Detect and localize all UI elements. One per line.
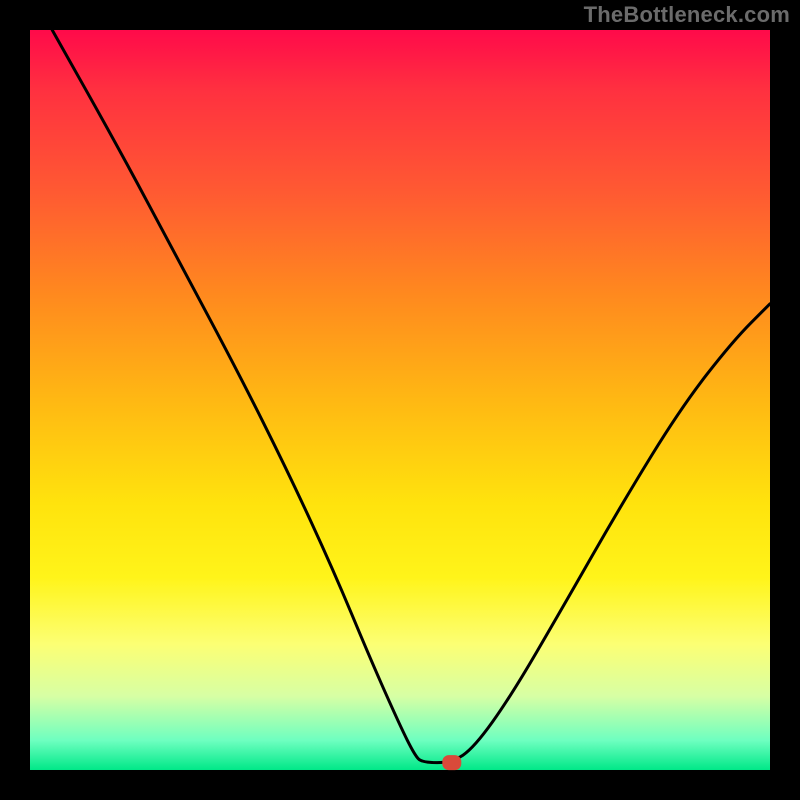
optimal-point-marker — [443, 756, 461, 770]
chart-frame: TheBottleneck.com — [0, 0, 800, 800]
bottleneck-curve-svg — [30, 30, 770, 770]
bottleneck-curve-line — [52, 30, 770, 763]
plot-area — [30, 30, 770, 770]
watermark-text: TheBottleneck.com — [584, 2, 790, 28]
